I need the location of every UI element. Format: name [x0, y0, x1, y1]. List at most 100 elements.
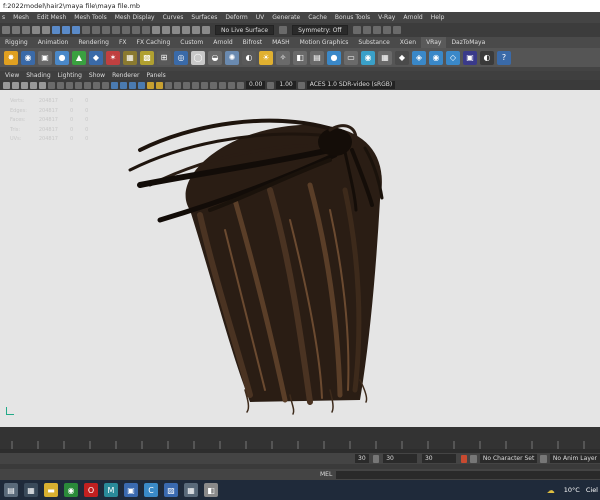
camera-lock-icon[interactable] [12, 81, 19, 89]
vray-vfb-icon[interactable]: ▣ [38, 50, 52, 65]
taskbar-app-icon[interactable]: ▦ [24, 483, 38, 497]
vray-decal-icon[interactable]: ◇ [446, 50, 460, 65]
image-plane-icon[interactable] [39, 81, 46, 89]
viewport-menu-lighting[interactable]: Lighting [58, 72, 82, 79]
anti-aliasing-icon[interactable] [183, 81, 190, 89]
weather-temperature[interactable]: 10°C [564, 486, 580, 494]
tab-rigging[interactable]: Rigging [0, 37, 33, 48]
vray-enmesh-icon[interactable]: ▣ [463, 50, 477, 65]
safe-action-icon[interactable] [93, 81, 100, 89]
tab-fx[interactable]: FX [114, 37, 132, 48]
xray-joints-icon[interactable] [219, 81, 226, 89]
tab-motion-graphics[interactable]: Motion Graphics [295, 37, 354, 48]
snap-curve-icon[interactable] [162, 26, 170, 34]
hair-model[interactable] [0, 90, 600, 427]
time-slider[interactable] [0, 427, 600, 449]
viewport-menu-view[interactable]: View [5, 72, 19, 79]
mask-icon[interactable] [112, 26, 120, 34]
photos-icon[interactable]: ▨ [164, 483, 178, 497]
film-gate-icon[interactable] [57, 81, 64, 89]
bookmarks-icon[interactable] [30, 81, 37, 89]
screen-space-ao-icon[interactable] [165, 81, 172, 89]
mel-label[interactable]: MEL [320, 471, 332, 478]
vray-sphere-light-icon[interactable]: ◎ [174, 50, 188, 65]
field-chart-icon[interactable] [84, 81, 91, 89]
vray-fog-icon[interactable]: ▤ [310, 50, 324, 65]
vray-light-drop-icon[interactable]: ● [55, 50, 69, 65]
tab-animation[interactable]: Animation [33, 37, 74, 48]
anim-layer-dropdown[interactable]: No Anim Layer [549, 454, 600, 463]
select-component-icon[interactable] [72, 26, 80, 34]
render-view-icon[interactable] [392, 26, 401, 34]
vray-dome-light-icon[interactable]: ◒ [208, 50, 222, 65]
vray-ipr-icon[interactable]: ◉ [21, 50, 35, 65]
safe-title-icon[interactable] [102, 81, 109, 89]
chrome-icon[interactable]: ◉ [64, 483, 78, 497]
tab-arnold[interactable]: Arnold [208, 37, 237, 48]
taskbar-app-icon[interactable]: ▤ [4, 483, 18, 497]
redo-icon[interactable] [42, 26, 50, 34]
menu-item-mesh-display[interactable]: Mesh Display [115, 14, 155, 21]
snap-view-icon[interactable] [182, 26, 190, 34]
menu-item-deform[interactable]: Deform [225, 14, 247, 21]
range-start-field[interactable]: 30 [383, 454, 418, 463]
vray-chaos-scatter-icon[interactable]: ◉ [429, 50, 443, 65]
backface-culling-icon[interactable] [228, 81, 235, 89]
camera-select-icon[interactable] [3, 81, 10, 89]
tab-xgen[interactable]: XGen [395, 37, 421, 48]
menu-item-curves[interactable]: Curves [163, 14, 184, 21]
mel-input[interactable] [336, 470, 600, 479]
taskbar-app-icon[interactable]: C [144, 483, 158, 497]
xray-icon[interactable] [210, 81, 217, 89]
menu-item-cache[interactable]: Cache [308, 14, 327, 21]
mask-icon[interactable] [92, 26, 100, 34]
menu-item-generate[interactable]: Generate [272, 14, 300, 21]
menu-item-mesh[interactable]: Mesh [13, 14, 29, 21]
snap-point-icon[interactable] [172, 26, 180, 34]
mask-icon[interactable] [132, 26, 140, 34]
vray-clipper-icon[interactable]: ● [327, 50, 341, 65]
vray-ies-light-icon[interactable]: ◐ [242, 50, 256, 65]
tab-bifrost[interactable]: Bifrost [238, 37, 267, 48]
tab-mash[interactable]: MASH [267, 37, 295, 48]
vray-displacement-icon[interactable]: ▦ [123, 50, 137, 65]
mask-icon[interactable] [102, 26, 110, 34]
menu-item-arnold[interactable]: Arnold [403, 14, 422, 21]
motion-blur-icon[interactable] [174, 81, 181, 89]
maya-icon[interactable]: M [104, 483, 118, 497]
textured-icon[interactable] [138, 81, 145, 89]
taskbar-app-icon[interactable]: ◧ [204, 483, 218, 497]
tab-custom[interactable]: Custom [175, 37, 208, 48]
use-all-lights-icon[interactable] [147, 81, 154, 89]
vray-object-props-icon[interactable]: ▩ [140, 50, 154, 65]
vray-light-icon[interactable]: ✧ [276, 50, 290, 65]
menu-item[interactable]: s [2, 14, 5, 21]
menu-item-help[interactable]: Help [431, 14, 445, 21]
shadows-icon[interactable] [156, 81, 163, 89]
viewport-menu-renderer[interactable]: Renderer [112, 72, 139, 79]
save-scene-icon[interactable] [22, 26, 30, 34]
wireframe-icon[interactable] [111, 81, 118, 89]
vray-render-icon[interactable]: ✸ [4, 50, 18, 65]
resolution-gate-icon[interactable] [66, 81, 73, 89]
vray-proxy-icon[interactable]: ▲ [72, 50, 86, 65]
vray-checker-icon[interactable]: ▦ [378, 50, 392, 65]
select-object-icon[interactable] [62, 26, 70, 34]
vray-rect-light-icon[interactable]: ◯ [191, 50, 205, 65]
exposure-field[interactable]: 0.00 [246, 81, 266, 89]
tab-fx-caching[interactable]: FX Caching [132, 37, 176, 48]
snap-icon[interactable] [202, 26, 210, 34]
calculator-icon[interactable]: ▦ [184, 483, 198, 497]
vray-mesh-light-icon[interactable]: ⊞ [157, 50, 171, 65]
isolate-select-icon[interactable] [201, 81, 208, 89]
mask-icon[interactable] [142, 26, 150, 34]
new-scene-icon[interactable] [2, 26, 10, 34]
character-set-dropdown[interactable]: No Character Set [479, 454, 538, 463]
viewport-menu-shading[interactable]: Shading [26, 72, 50, 79]
weather-condition[interactable]: Ciel [586, 486, 598, 494]
gamma-field[interactable]: 1.00 [276, 81, 296, 89]
camera-attributes-icon[interactable] [21, 81, 28, 89]
taskbar-app-icon[interactable]: ▣ [124, 483, 138, 497]
current-frame-field[interactable]: 30 [355, 454, 369, 463]
opera-icon[interactable]: O [84, 483, 98, 497]
